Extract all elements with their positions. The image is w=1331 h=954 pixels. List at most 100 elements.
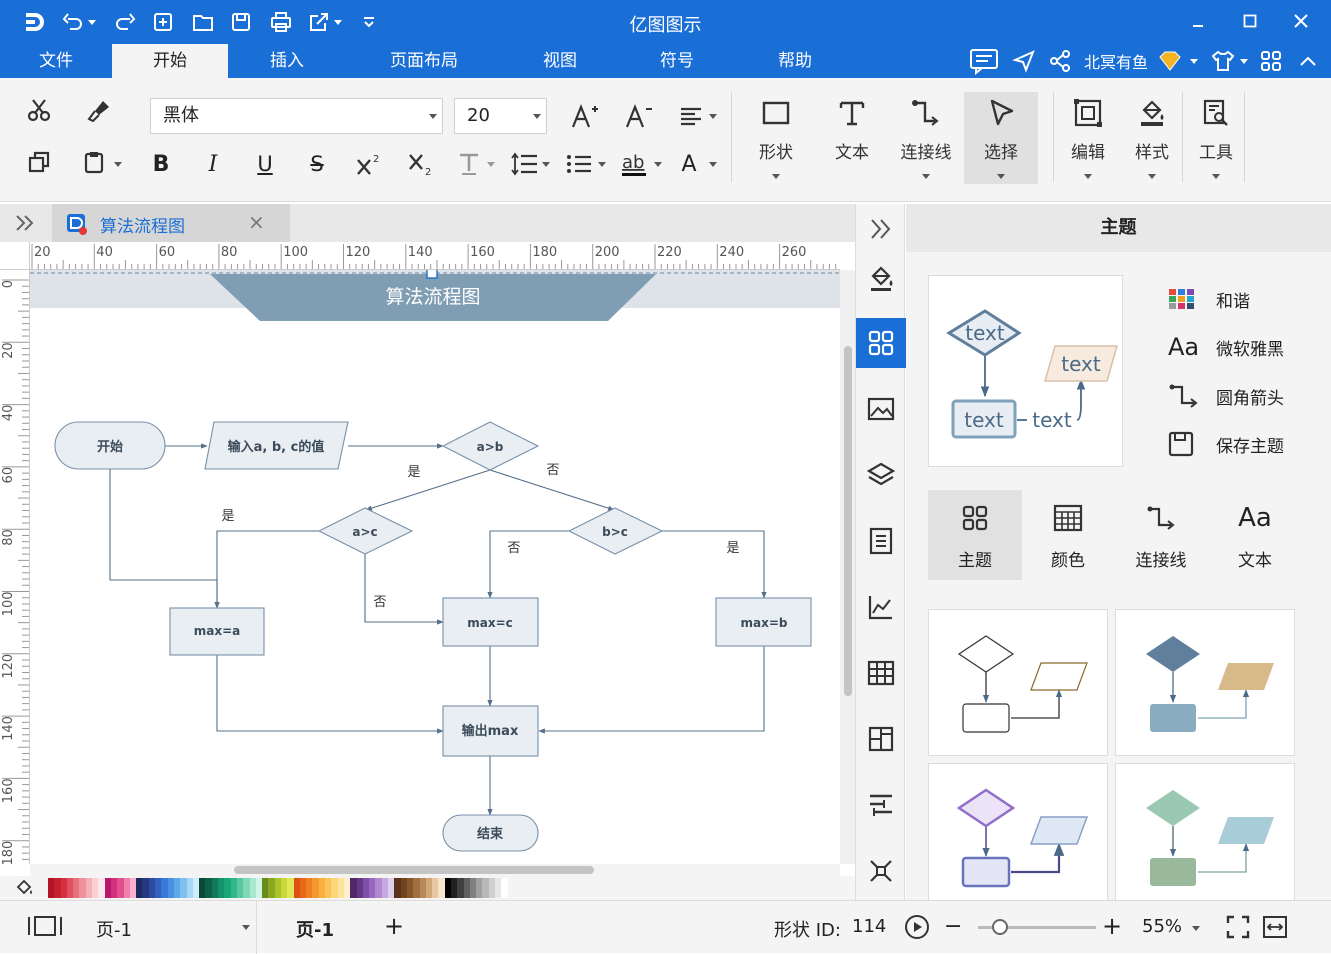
menu-file[interactable]: 文件 (0, 44, 112, 78)
play-icon[interactable] (904, 914, 930, 940)
select-button[interactable]: 选择 (964, 92, 1038, 184)
page-selector-dropdown-icon[interactable] (242, 925, 250, 930)
underline-icon[interactable]: U (246, 146, 284, 182)
page-view-icon[interactable] (26, 914, 64, 938)
horizontal-scrollbar[interactable] (30, 864, 840, 876)
theme-option-save[interactable]: 保存主题 (1168, 429, 1284, 459)
selection-handle[interactable] (426, 270, 438, 279)
close-tab-icon[interactable]: × (248, 210, 265, 234)
user-dropdown-icon[interactable] (1190, 47, 1198, 75)
ribbon-collapse-icon[interactable] (1183, 6, 1213, 36)
drawing-canvas[interactable]: 算法流程图 开始 输入a, b, c的值 a>b a>c b>c max=a m… (30, 270, 840, 864)
menu-help[interactable]: 帮助 (736, 44, 854, 78)
fit-width-icon[interactable] (1262, 915, 1288, 939)
text-effect-icon[interactable] (450, 146, 488, 182)
italic-icon[interactable]: I (194, 146, 232, 182)
theme-option-harmony[interactable]: 和谐 (1168, 284, 1250, 314)
text-effect-dropdown-icon[interactable] (487, 162, 495, 167)
theme-panel-icon[interactable] (856, 318, 906, 368)
format-painter-icon[interactable] (80, 92, 118, 128)
add-page-button[interactable]: + (384, 912, 404, 940)
collapse-panel-icon[interactable] (856, 204, 906, 254)
expand-library-icon[interactable] (14, 213, 36, 233)
vertical-scroll-thumb[interactable] (844, 346, 852, 696)
tab-theme[interactable]: 主题 (928, 490, 1022, 580)
connector-ab-yes[interactable] (365, 469, 491, 511)
connector-bc-no[interactable] (487, 530, 569, 599)
strikethrough-icon[interactable]: S (298, 146, 336, 182)
menu-symbols[interactable]: 符号 (618, 44, 736, 78)
menu-view[interactable]: 视图 (502, 44, 618, 78)
shape-button[interactable]: 形状 (750, 92, 802, 184)
line-spacing-dropdown-icon[interactable] (542, 162, 550, 167)
theme-option-font[interactable]: Aa 微软雅黑 (1168, 332, 1284, 362)
image-panel-icon[interactable] (856, 384, 906, 434)
fill-bucket-icon[interactable] (14, 879, 34, 897)
highlight-dropdown-icon[interactable] (654, 162, 662, 167)
subscript-icon[interactable]: 2 (402, 146, 440, 182)
tab-connector[interactable]: 连接线 (1114, 490, 1208, 580)
color-swatches[interactable] (48, 878, 508, 898)
table-panel-icon[interactable] (856, 648, 906, 698)
share-icon[interactable] (1048, 47, 1072, 75)
connector-ac-yes[interactable] (214, 530, 319, 609)
menu-home[interactable]: 开始 (112, 44, 228, 78)
theme-option-connector[interactable]: 圆角箭头 (1168, 381, 1284, 411)
decrease-font-icon[interactable] (620, 98, 658, 134)
user-name[interactable]: 北冥有鱼 (1084, 47, 1148, 75)
zoom-slider-track[interactable] (978, 919, 1096, 935)
paste-dropdown-icon[interactable] (114, 162, 122, 167)
comment-icon[interactable] (968, 47, 1000, 75)
theme-card-lavender[interactable] (928, 763, 1108, 910)
align-icon[interactable] (672, 98, 710, 134)
tools-button[interactable]: 工具 (1190, 92, 1242, 184)
connector-maxb-output[interactable] (538, 646, 765, 734)
tab-color[interactable]: 颜色 (1021, 490, 1115, 580)
chart-data-panel-icon[interactable] (856, 582, 906, 632)
menu-page-layout[interactable]: 页面布局 (346, 44, 502, 78)
theme-card-sage[interactable] (1115, 763, 1295, 910)
font-size-dropdown-icon[interactable] (533, 114, 541, 119)
bullet-list-dropdown-icon[interactable] (598, 162, 606, 167)
font-color-icon[interactable]: A (670, 146, 708, 182)
zoom-slider-thumb[interactable] (992, 919, 1008, 935)
send-icon[interactable] (1012, 47, 1036, 75)
text-button[interactable]: 文本 (826, 92, 878, 184)
page-format-panel-icon[interactable] (856, 516, 906, 566)
collapse-ribbon-chevron-icon[interactable] (1298, 47, 1318, 75)
increase-font-icon[interactable] (566, 98, 604, 134)
skin-dropdown-icon[interactable] (1240, 47, 1248, 75)
menu-insert[interactable]: 插入 (228, 44, 346, 78)
font-family-dropdown-icon[interactable] (429, 114, 437, 119)
timeline-panel-icon[interactable] (856, 780, 906, 830)
skin-shirt-icon[interactable] (1210, 47, 1236, 75)
color-swatch[interactable] (501, 878, 508, 898)
document-tab[interactable]: 算法流程图 × (52, 204, 290, 242)
zoom-in-icon[interactable]: + (1102, 912, 1122, 940)
align-dropdown-icon[interactable] (709, 114, 717, 119)
paste-icon[interactable] (76, 144, 114, 180)
font-family-select[interactable]: 黑体 (150, 98, 443, 134)
fill-panel-icon[interactable] (856, 254, 906, 304)
zoom-level[interactable]: 55% (1142, 916, 1182, 937)
superscript-icon[interactable]: 2 (350, 146, 388, 182)
connector-ac-no[interactable] (364, 554, 444, 625)
page-selector[interactable]: 页-1 (96, 916, 132, 942)
connector-start-maxa[interactable] (109, 468, 220, 609)
edit-button[interactable]: 编辑 (1062, 92, 1114, 184)
org-chart-panel-icon[interactable] (856, 714, 906, 764)
close-window-icon[interactable] (1286, 6, 1316, 36)
vertical-scrollbar[interactable] (840, 270, 855, 864)
style-button[interactable]: 样式 (1126, 92, 1178, 184)
bullet-list-icon[interactable] (560, 146, 598, 182)
bold-icon[interactable]: B (142, 146, 180, 182)
maximize-icon[interactable] (1235, 6, 1265, 36)
vip-diamond-icon[interactable] (1158, 47, 1182, 75)
cut-icon[interactable] (20, 92, 58, 128)
highlight-color-icon[interactable]: ab (616, 146, 654, 182)
layers-panel-icon[interactable] (856, 450, 906, 500)
connector-bc-yes[interactable] (662, 530, 767, 599)
tab-text[interactable]: Aa 文本 (1208, 490, 1302, 580)
font-color-dropdown-icon[interactable] (709, 162, 717, 167)
copy-icon[interactable] (20, 144, 58, 180)
